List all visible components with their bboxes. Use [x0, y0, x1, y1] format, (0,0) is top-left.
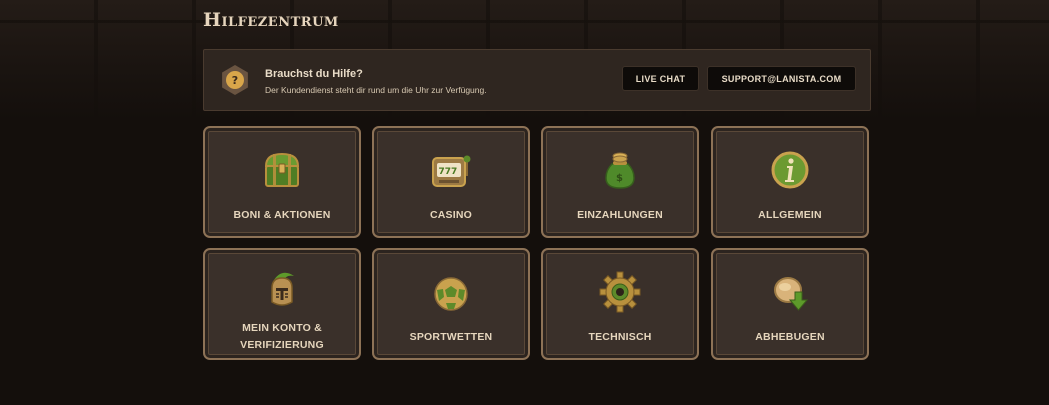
category-label: SPORTWETTEN: [409, 331, 493, 343]
support-email-button[interactable]: SUPPORT@LANISTA.COM: [707, 66, 856, 91]
gear-icon: [598, 270, 642, 314]
category-card-abhebugen[interactable]: ABHEBUGEN: [711, 248, 869, 360]
info-icon: [768, 148, 812, 192]
treasure-chest-icon: [260, 148, 304, 192]
category-card-casino[interactable]: 777 CASINO: [372, 126, 530, 238]
help-banner: ? Brauchst du Hilfe? Der Kundendienst st…: [203, 49, 871, 111]
gladiator-helmet-icon: [260, 268, 304, 312]
svg-text:$: $: [616, 173, 623, 184]
help-subtext: Der Kundendienst steht dir rund um die U…: [265, 85, 487, 95]
question-icon: ?: [222, 65, 248, 95]
football-icon: [429, 272, 473, 316]
category-card-mein-konto[interactable]: MEIN KONTO & VERIFIZIERUNG: [203, 248, 361, 360]
coin-withdraw-icon: [768, 270, 812, 314]
category-card-technisch[interactable]: TECHNISCH: [541, 248, 699, 360]
category-label: TECHNISCH: [588, 331, 652, 343]
category-label: CASINO: [429, 209, 473, 221]
category-label: MEIN KONTO & VERIFIZIERUNG: [240, 322, 324, 351]
slot-machine-icon: 777: [429, 148, 473, 192]
category-label: EINZAHLUNGEN: [577, 209, 663, 221]
category-card-einzahlungen[interactable]: $ EINZAHLUNGEN: [541, 126, 699, 238]
help-heading: Brauchst du Hilfe?: [265, 68, 363, 80]
category-label: ABHEBUGEN: [755, 331, 825, 343]
page-title: Hilfezentrum: [203, 9, 339, 31]
live-chat-button[interactable]: LIVE CHAT: [622, 66, 699, 91]
category-card-sportwetten[interactable]: SPORTWETTEN: [372, 248, 530, 360]
money-bag-icon: $: [598, 148, 642, 192]
svg-text:777: 777: [439, 167, 458, 177]
category-card-allgemein[interactable]: ALLGEMEIN: [711, 126, 869, 238]
category-label: BONI & AKTIONEN: [233, 209, 331, 221]
category-label: ALLGEMEIN: [758, 209, 822, 221]
category-card-boni[interactable]: BONI & AKTIONEN: [203, 126, 361, 238]
